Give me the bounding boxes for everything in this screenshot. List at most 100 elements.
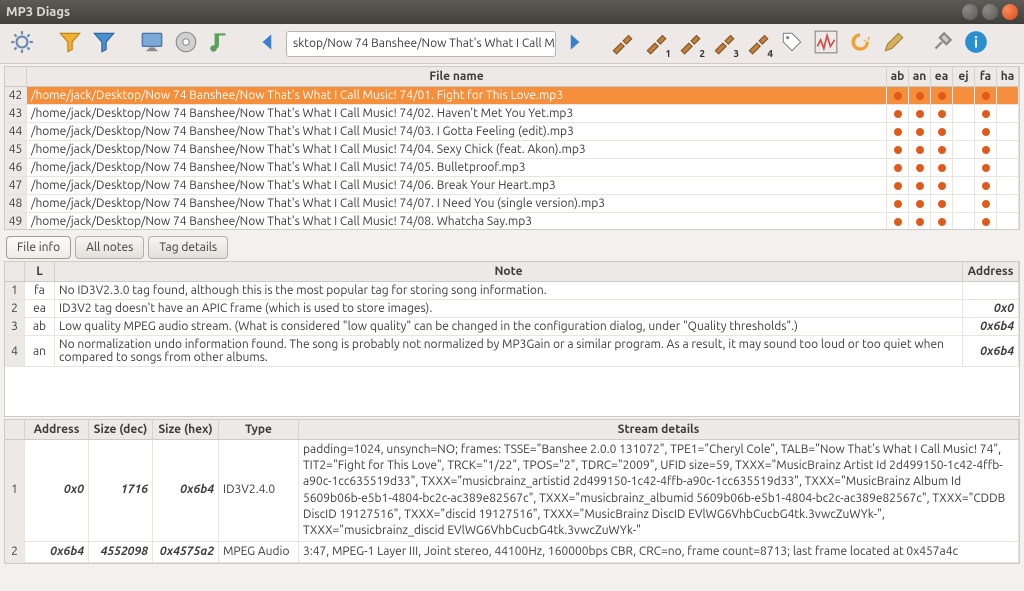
nav-forward-button[interactable] (558, 28, 590, 60)
tab-all-notes[interactable]: All notes (75, 236, 144, 259)
table-row[interactable]: 20x6b445520980x4575a2MPEG Audio3:47, MPE… (5, 542, 1019, 563)
header-streams-sizehex[interactable]: Size (hex) (153, 420, 219, 439)
flag-cell (997, 123, 1019, 140)
row-number: 43 (5, 105, 27, 122)
window-close-button[interactable] (1002, 4, 1018, 20)
header-streams-address[interactable]: Address (25, 420, 89, 439)
row-number: 42 (5, 87, 27, 104)
header-flag-an[interactable]: an (909, 67, 931, 86)
window-minimize-button[interactable] (962, 4, 978, 20)
table-row[interactable]: 10x017160x6b4ID3V2.4.0padding=1024, unsy… (5, 440, 1019, 542)
path-input[interactable]: sktop/Now 74 Banshee/Now That's What I C… (286, 31, 556, 57)
header-streams-details[interactable]: Stream details (299, 420, 1019, 439)
export-button[interactable] (170, 28, 202, 60)
note-dot-icon (938, 110, 946, 118)
file-name-cell: /home/jack/Desktop/Now 74 Banshee/Now Th… (27, 87, 887, 104)
streams-table: Address Size (dec) Size (hex) Type Strea… (4, 419, 1020, 564)
note-dot-icon (938, 146, 946, 154)
transform-3-button[interactable]: 3 (708, 28, 740, 60)
header-flag-ea[interactable]: ea (931, 67, 953, 86)
rename-button[interactable] (878, 28, 910, 60)
gear-icon (9, 29, 35, 58)
note-dot-icon (894, 218, 902, 226)
table-row[interactable]: 43/home/jack/Desktop/Now 74 Banshee/Now … (5, 105, 1019, 123)
reload-button[interactable] (844, 28, 876, 60)
table-row[interactable]: 42/home/jack/Desktop/Now 74 Banshee/Now … (5, 87, 1019, 105)
note-code-cell: ea (25, 300, 55, 317)
table-row[interactable]: 4anNo normalization undo information fou… (5, 336, 1019, 367)
file-table-header: File name ab an ea ej fa ha (5, 67, 1019, 87)
svg-text:i: i (974, 33, 978, 50)
header-flag-ha[interactable]: ha (997, 67, 1019, 86)
row-number: 2 (5, 300, 25, 317)
transform-2-button[interactable]: 2 (674, 28, 706, 60)
flag-cell (997, 105, 1019, 122)
info-icon: i (963, 29, 989, 58)
note-dot-icon (938, 92, 946, 100)
note-dot-icon (982, 218, 990, 226)
header-notes-l[interactable]: L (25, 262, 55, 281)
flag-cell (909, 141, 931, 158)
tab-file-info[interactable]: File info (6, 236, 71, 259)
table-row[interactable]: 44/home/jack/Desktop/Now 74 Banshee/Now … (5, 123, 1019, 141)
header-streams-type[interactable]: Type (219, 420, 299, 439)
config-button[interactable] (926, 28, 958, 60)
row-number: 4 (5, 336, 25, 366)
table-row[interactable]: 3abLow quality MPEG audio stream. (What … (5, 318, 1019, 336)
tag-label-button[interactable] (776, 28, 808, 60)
flag-cell (931, 159, 953, 176)
flag-cell (953, 105, 975, 122)
note-text-cell: Low quality MPEG audio stream. (What is … (55, 318, 963, 335)
flag-cell (931, 87, 953, 104)
arrow-left-icon (255, 29, 281, 58)
settings-button[interactable] (6, 28, 38, 60)
pencil-icon (881, 29, 907, 58)
transform-4-button[interactable]: 4 (742, 28, 774, 60)
flag-cell (975, 141, 997, 158)
flag-cell (953, 141, 975, 158)
header-filename[interactable]: File name (27, 67, 887, 86)
stream-details-cell: 3:47, MPEG-1 Layer III, Joint stereo, 44… (299, 542, 1019, 562)
table-row[interactable]: 47/home/jack/Desktop/Now 74 Banshee/Now … (5, 177, 1019, 195)
filter-notes-button[interactable] (54, 28, 86, 60)
window-maximize-button[interactable] (982, 4, 998, 20)
about-button[interactable]: i (960, 28, 992, 60)
file-name-cell: /home/jack/Desktop/Now 74 Banshee/Now Th… (27, 213, 887, 229)
table-row[interactable]: 2eaID3V2 tag doesn't have an APIC frame … (5, 300, 1019, 318)
filter-folders-button[interactable] (88, 28, 120, 60)
tab-tag-details[interactable]: Tag details (148, 236, 228, 259)
flag-cell (887, 213, 909, 229)
header-streams-sizedec[interactable]: Size (dec) (89, 420, 153, 439)
reload-icon (847, 29, 873, 58)
row-number: 2 (5, 542, 25, 562)
table-row[interactable]: 1faNo ID3V2.3.0 tag found, although this… (5, 282, 1019, 300)
note-dot-icon (982, 110, 990, 118)
header-flag-ab[interactable]: ab (887, 67, 909, 86)
table-row[interactable]: 46/home/jack/Desktop/Now 74 Banshee/Now … (5, 159, 1019, 177)
row-number: 46 (5, 159, 27, 176)
flag-cell (975, 123, 997, 140)
flag-cell (931, 105, 953, 122)
note-dot-icon (982, 92, 990, 100)
note-code-cell: an (25, 336, 55, 366)
note-dot-icon (916, 200, 924, 208)
waveform-icon (813, 29, 839, 58)
note-dot-icon (894, 92, 902, 100)
header-notes-note[interactable]: Note (55, 262, 963, 281)
note-dot-icon (938, 218, 946, 226)
transform-1-button[interactable]: 1 (640, 28, 672, 60)
table-row[interactable]: 48/home/jack/Desktop/Now 74 Banshee/Now … (5, 195, 1019, 213)
sessions-button[interactable] (136, 28, 168, 60)
tag-editor-button[interactable] (204, 28, 236, 60)
table-row[interactable]: 45/home/jack/Desktop/Now 74 Banshee/Now … (5, 141, 1019, 159)
table-row[interactable]: 49/home/jack/Desktop/Now 74 Banshee/Now … (5, 213, 1019, 229)
flag-cell (931, 177, 953, 194)
transform-all-button[interactable] (606, 28, 638, 60)
normalize-button[interactable] (810, 28, 842, 60)
header-flag-ej[interactable]: ej (953, 67, 975, 86)
header-notes-address[interactable]: Address (963, 262, 1019, 281)
nav-back-button[interactable] (252, 28, 284, 60)
note-dot-icon (894, 182, 902, 190)
header-flag-fa[interactable]: fa (975, 67, 997, 86)
flag-cell (909, 195, 931, 212)
